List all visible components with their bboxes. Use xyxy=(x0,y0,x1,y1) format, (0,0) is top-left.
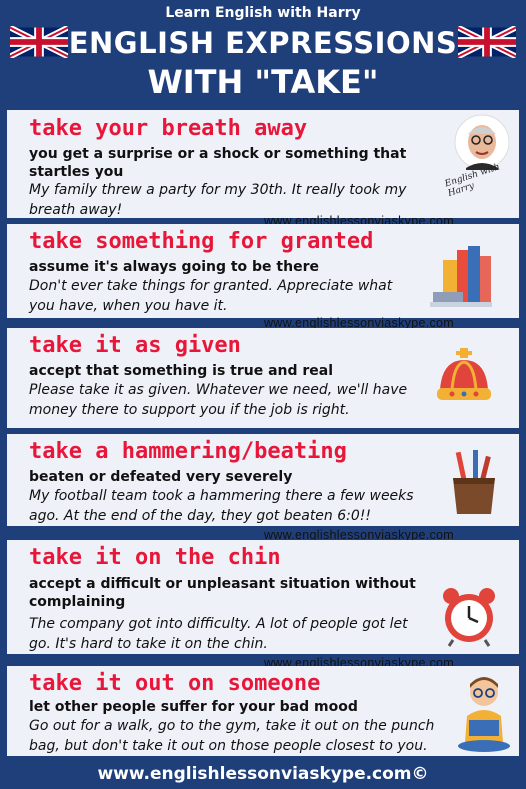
expression-meaning: beaten or defeated very severely xyxy=(29,469,293,485)
page-title-line2: WITH "TAKE" xyxy=(147,63,379,101)
footer-website: www.englishlessonviaskype.com© xyxy=(97,764,429,784)
expression-meaning: accept that something is true and real xyxy=(29,363,334,379)
alarm-clock-icon xyxy=(443,588,495,647)
expression-example: The company got into difficulty. A lot o… xyxy=(29,616,408,652)
pencil-cup-icon xyxy=(453,450,495,514)
union-jack-flag-icon xyxy=(458,26,516,58)
expression-card: take it on the chin accept a difficult o… xyxy=(7,540,519,654)
expression-card: take it out on someone let other people … xyxy=(7,666,519,756)
expression-phrase: take something for granted xyxy=(29,229,374,254)
expression-meaning: you get a surprise or a shock or somethi… xyxy=(29,146,407,180)
expression-example: Please take it as given. Whatever we nee… xyxy=(29,382,408,418)
expression-meaning: assume it's always going to be there xyxy=(29,259,319,275)
books-icon xyxy=(430,246,492,307)
expression-meaning: let other people suffer for your bad moo… xyxy=(29,699,358,715)
expression-phrase: take a hammering/beating xyxy=(29,439,347,464)
expression-phrase: take it on the chin xyxy=(29,545,281,570)
header: Learn English with Harry ENGLISH EXPRESS… xyxy=(0,0,526,108)
expression-phrase: take your breath away xyxy=(29,116,308,141)
expression-phrase: take it as given xyxy=(29,333,241,358)
expression-phrase: take it out on someone xyxy=(29,671,321,696)
crown-icon xyxy=(437,348,491,400)
expression-example: My football team took a hammering there … xyxy=(29,488,414,524)
header-subtitle: Learn English with Harry xyxy=(165,5,361,21)
expression-card: take a hammering/beating beaten or defea… xyxy=(7,434,519,526)
reading-boy-icon xyxy=(458,677,510,752)
expression-card: take something for granted assume it's a… xyxy=(7,224,519,318)
page-title-line1: ENGLISH EXPRESSIONS xyxy=(68,26,458,60)
expression-meaning: accept a difficult or unpleasant situati… xyxy=(29,576,416,610)
expression-card: take your breath away you get a surprise… xyxy=(7,110,519,218)
expression-example: Go out for a walk, go to the gym, take i… xyxy=(29,718,435,754)
expression-example: Don't ever take things for granted. Appr… xyxy=(29,278,393,314)
expression-card: take it as given accept that something i… xyxy=(7,328,519,428)
